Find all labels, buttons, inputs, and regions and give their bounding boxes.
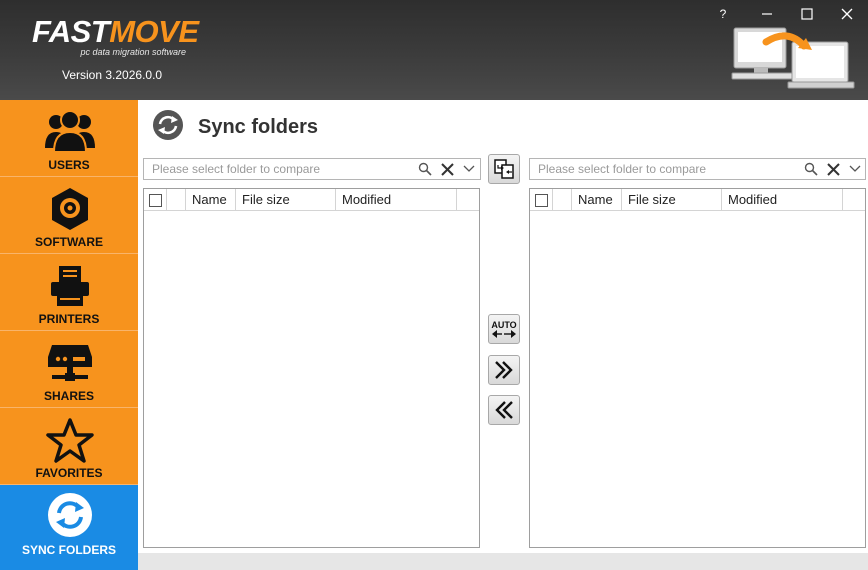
star-icon xyxy=(44,416,96,464)
column-header-file-size[interactable]: File size xyxy=(622,189,722,211)
sidebar-item-label: SOFTWARE xyxy=(35,235,103,249)
sidebar-item-favorites[interactable]: FAVORITES xyxy=(0,408,138,485)
shares-icon xyxy=(44,339,96,387)
users-icon xyxy=(44,108,96,156)
header-checkbox-cell xyxy=(530,189,553,211)
copy-compare-icon xyxy=(494,159,514,179)
sidebar-item-users[interactable]: USERS xyxy=(0,100,138,177)
copy-compare-button[interactable] xyxy=(488,154,520,184)
right-folder-selector[interactable] xyxy=(529,158,866,180)
help-button[interactable]: ? xyxy=(709,4,737,24)
minimize-icon xyxy=(762,13,772,15)
left-file-grid[interactable]: Name File size Modified xyxy=(143,188,480,548)
right-file-grid[interactable]: Name File size Modified xyxy=(529,188,866,548)
software-icon xyxy=(44,185,96,233)
sync-left-to-right-button[interactable] xyxy=(488,355,520,385)
sidebar-item-label: USERS xyxy=(48,158,90,172)
clear-icon[interactable] xyxy=(438,161,456,177)
search-icon[interactable] xyxy=(416,161,434,177)
sidebar-item-label: PRINTERS xyxy=(38,312,100,326)
grid-header: Name File size Modified xyxy=(530,189,865,211)
sidebar-item-sync-folders[interactable]: SYNC FOLDERS xyxy=(0,485,138,570)
auto-sync-button[interactable]: AUTO xyxy=(488,314,520,344)
grid-header: Name File size Modified xyxy=(144,189,479,211)
sidebar-item-shares[interactable]: SHARES xyxy=(0,331,138,408)
column-header-name[interactable]: Name xyxy=(572,189,622,211)
pc-migration-illustration-icon xyxy=(731,27,855,89)
column-header-modified[interactable]: Modified xyxy=(722,189,843,211)
maximize-icon xyxy=(801,8,813,20)
column-header-file-size[interactable]: File size xyxy=(236,189,336,211)
column-header-name[interactable]: Name xyxy=(186,189,236,211)
right-folder-input[interactable] xyxy=(530,159,795,179)
logo-text-move: MOVE xyxy=(109,14,199,49)
select-all-checkbox[interactable] xyxy=(149,194,162,207)
printer-icon xyxy=(44,262,96,310)
bidirectional-arrow-icon xyxy=(492,330,516,338)
close-icon xyxy=(841,8,853,20)
sidebar-item-label: FAVORITES xyxy=(35,466,103,480)
sync-page-icon xyxy=(153,110,183,140)
chevron-down-icon[interactable] xyxy=(846,161,864,177)
header-checkbox-cell xyxy=(144,189,167,211)
app-logo: FASTMOVE xyxy=(32,14,199,50)
sync-icon xyxy=(44,491,96,539)
page-title: Sync folders xyxy=(198,116,319,138)
sidebar: USERS SOFTWARE PRINTERS SHARES FAVORITES… xyxy=(0,100,138,570)
select-all-checkbox[interactable] xyxy=(535,194,548,207)
double-chevron-left-icon xyxy=(495,401,513,419)
icon-column-header xyxy=(167,189,186,211)
sidebar-item-label: SYNC FOLDERS xyxy=(21,543,116,557)
clear-icon[interactable] xyxy=(824,161,842,177)
sidebar-item-printers[interactable]: PRINTERS xyxy=(0,254,138,331)
chevron-down-icon[interactable] xyxy=(460,161,478,177)
column-header-modified[interactable]: Modified xyxy=(336,189,457,211)
app-version: Version 3.2026.0.0 xyxy=(62,68,163,82)
status-strip xyxy=(138,553,868,570)
left-folder-selector[interactable] xyxy=(143,158,481,180)
sidebar-item-label: SHARES xyxy=(43,389,94,403)
icon-column-header xyxy=(553,189,572,211)
sync-right-to-left-button[interactable] xyxy=(488,395,520,425)
left-folder-input[interactable] xyxy=(144,159,409,179)
logo-text-fast: FAST xyxy=(32,14,110,49)
auto-label: AUTO xyxy=(491,320,517,330)
search-icon[interactable] xyxy=(802,161,820,177)
double-chevron-right-icon xyxy=(495,361,513,379)
app-tagline: pc data migration software xyxy=(80,47,186,57)
maximize-button[interactable] xyxy=(793,4,821,24)
minimize-button[interactable] xyxy=(753,4,781,24)
sidebar-item-software[interactable]: SOFTWARE xyxy=(0,177,138,254)
close-button[interactable] xyxy=(833,4,861,24)
app-header: FASTMOVE pc data migration software Vers… xyxy=(0,0,868,100)
